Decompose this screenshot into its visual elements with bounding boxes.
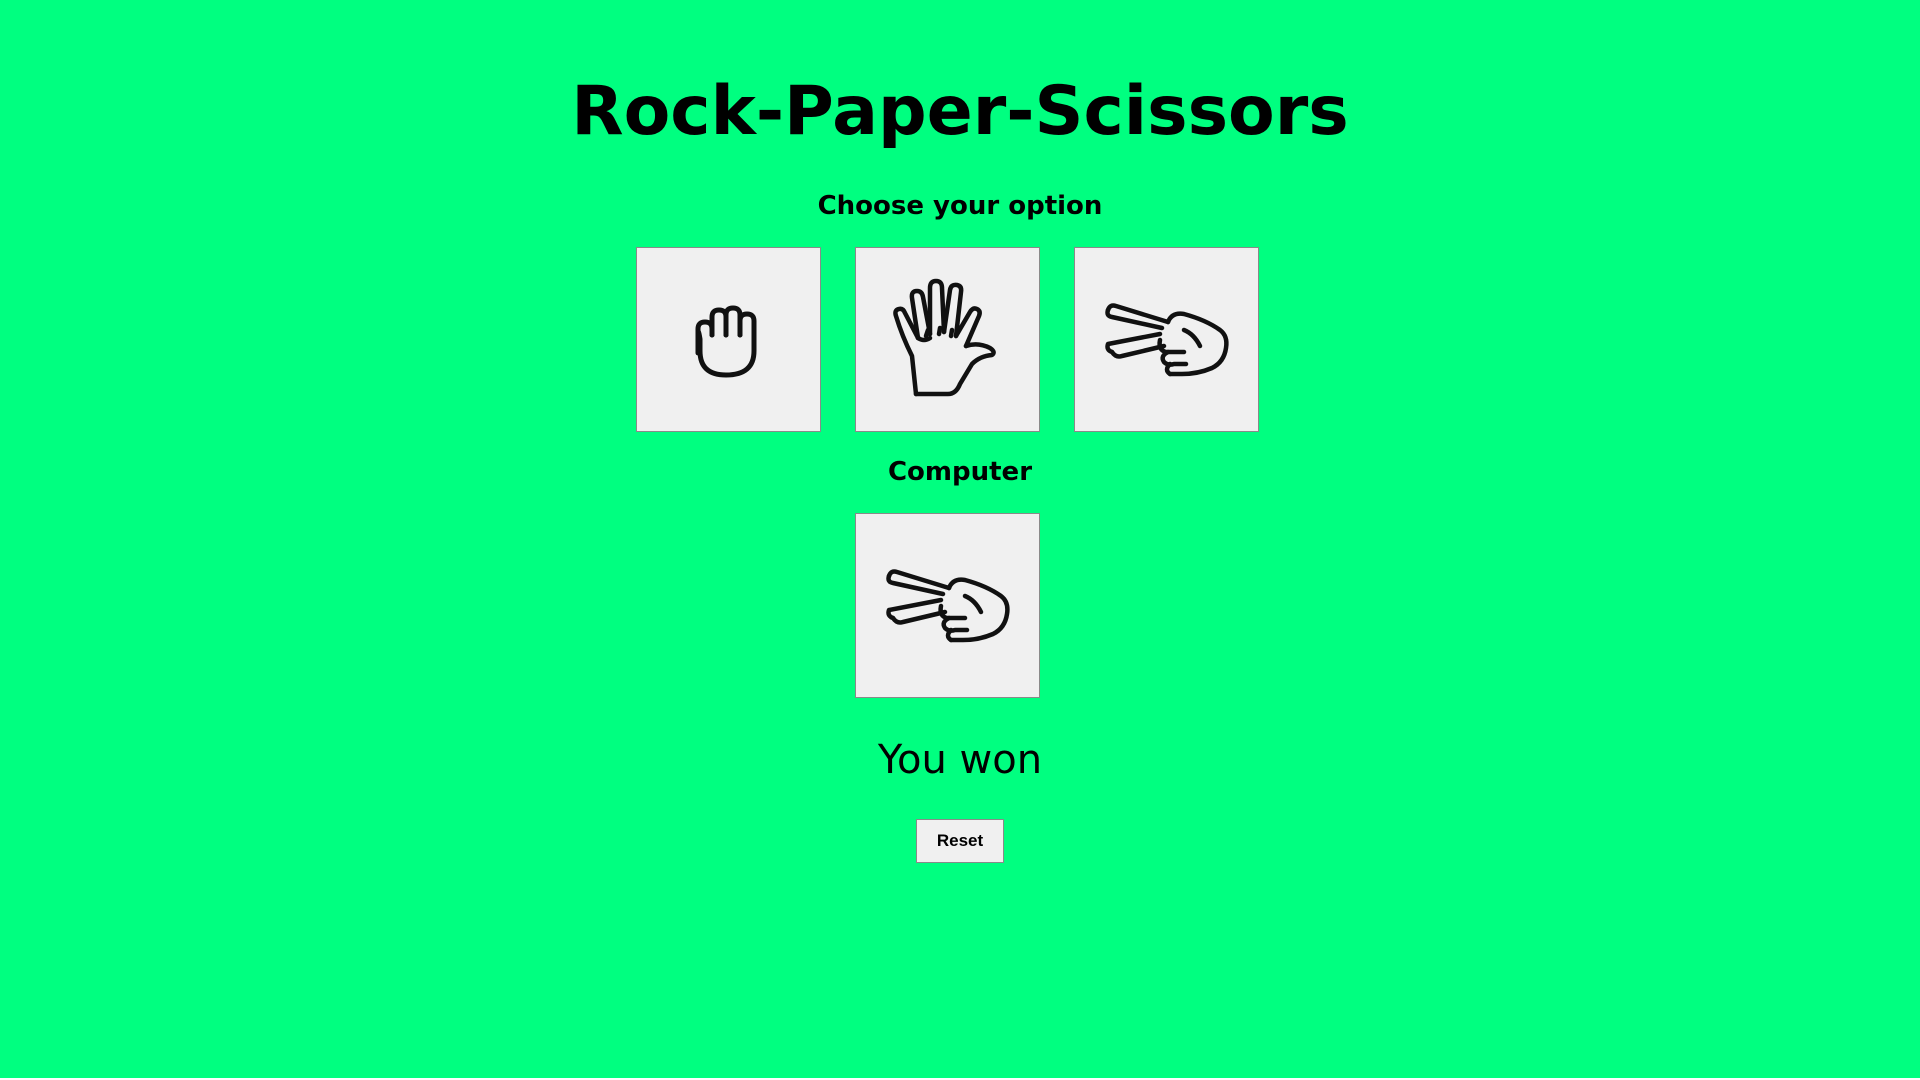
scissors-option-button[interactable] [1074,247,1259,432]
paper-hand-icon [892,278,996,396]
scissors-hand-icon [1104,302,1229,376]
paper-option-button[interactable] [855,247,1040,432]
game-page: Rock-Paper-Scissors Choose your option C… [0,0,1920,1080]
page-title: Rock-Paper-Scissors [571,72,1349,151]
result-message: You won [877,737,1043,783]
reset-button[interactable]: Reset [916,819,1004,863]
scissors-hand-icon [885,568,1010,642]
computer-choice-display [855,513,1040,698]
rock-option-button[interactable] [636,247,821,432]
rock-hand-icon [695,305,756,377]
choose-option-heading: Choose your option [817,191,1103,221]
computer-heading: Computer [887,457,1033,487]
